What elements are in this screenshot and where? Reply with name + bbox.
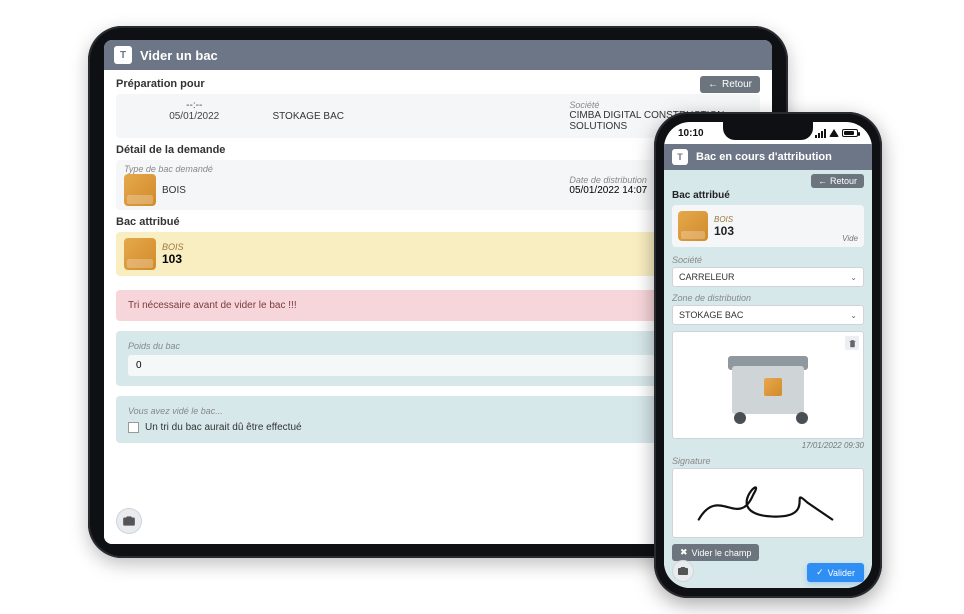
zone-label: Zone de distribution xyxy=(672,293,864,303)
assigned-text: BOIS 103 xyxy=(714,215,734,238)
validate-button[interactable]: Valider xyxy=(807,563,864,582)
phone-body: Retour Bac attribué BOIS 103 Vide Sociét… xyxy=(664,170,872,588)
phone-app-header: T Bac en cours d'attribution xyxy=(664,144,872,170)
camera-button[interactable] xyxy=(672,560,694,582)
warning-text: Tri nécessaire avant de vider le bac !!! xyxy=(128,300,297,311)
phone-page-title: Bac en cours d'attribution xyxy=(696,151,832,163)
back-button-label: Retour xyxy=(830,176,857,186)
assigned-text: BOIS 103 xyxy=(162,242,184,266)
type-label: Type de bac demandé xyxy=(124,164,264,174)
assigned-state: Vide xyxy=(842,234,858,243)
detail-type-cell: Type de bac demandé BOIS xyxy=(124,164,264,206)
wood-bin-icon xyxy=(124,174,156,206)
prep-date: 05/01/2022 xyxy=(124,111,264,122)
assigned-card: BOIS 103 Vide xyxy=(672,205,864,247)
page-title: Vider un bac xyxy=(140,48,218,63)
zone-select[interactable]: STOKAGE BAC ⌄ xyxy=(672,305,864,325)
phone-notch xyxy=(723,122,813,140)
checkbox-label: Un tri du bac aurait dû être effectué xyxy=(145,422,302,433)
status-icons xyxy=(815,129,858,138)
assigned-material: BOIS xyxy=(162,242,184,252)
wood-bin-icon xyxy=(124,238,156,270)
sort-checkbox[interactable] xyxy=(128,422,139,433)
battery-icon xyxy=(842,129,858,137)
back-button[interactable]: Retour xyxy=(700,76,760,93)
wifi-icon xyxy=(829,129,839,137)
chevron-down-icon: ⌄ xyxy=(850,311,857,320)
signature-stroke xyxy=(679,475,857,534)
phone-device: 10:10 T Bac en cours d'attribution Retou… xyxy=(654,112,882,598)
wood-bin-icon xyxy=(678,211,708,241)
company-label: Société xyxy=(569,100,752,110)
trash-icon xyxy=(848,339,857,348)
prep-location: STOKAGE BAC xyxy=(272,111,412,122)
clear-signature-button[interactable]: ✖ Vider le champ xyxy=(672,544,759,561)
app-logo-icon: T xyxy=(672,149,688,165)
back-button-label: Retour xyxy=(722,79,752,90)
company-value: CARRELEUR xyxy=(679,272,735,282)
type-value: BOIS xyxy=(162,185,186,196)
assigned-number: 103 xyxy=(714,224,734,238)
clear-signature-label: Vider le champ xyxy=(692,548,752,558)
camera-button[interactable] xyxy=(116,508,142,534)
app-logo-icon: T xyxy=(114,46,132,64)
delete-photo-button[interactable] xyxy=(845,336,859,350)
status-time: 10:10 xyxy=(678,128,704,139)
app-header: T Vider un bac xyxy=(104,40,772,70)
photo-date: 17/01/2022 09:30 xyxy=(672,441,864,450)
phone-screen: 10:10 T Bac en cours d'attribution Retou… xyxy=(664,122,872,588)
waste-bin-image xyxy=(722,346,814,424)
signature-label: Signature xyxy=(672,456,864,466)
eraser-icon: ✖ xyxy=(680,547,688,558)
company-select[interactable]: CARRELEUR ⌄ xyxy=(672,267,864,287)
camera-icon xyxy=(122,514,136,528)
assigned-title: Bac attribué xyxy=(672,190,864,201)
signal-icon xyxy=(815,129,826,138)
chevron-down-icon: ⌄ xyxy=(850,273,857,282)
signature-pad[interactable] xyxy=(672,468,864,538)
back-button[interactable]: Retour xyxy=(811,174,864,188)
zone-value: STOKAGE BAC xyxy=(679,310,743,320)
photo-preview[interactable] xyxy=(672,331,864,439)
prep-time-cell: --:-- 05/01/2022 xyxy=(124,100,264,132)
prep-time: --:-- xyxy=(124,100,264,111)
assigned-number: 103 xyxy=(162,252,184,266)
preparation-title: Préparation pour xyxy=(116,78,760,90)
validate-label: Valider xyxy=(828,568,855,578)
camera-icon xyxy=(677,565,689,577)
company-label: Société xyxy=(672,255,864,265)
assigned-material: BOIS xyxy=(714,215,734,224)
